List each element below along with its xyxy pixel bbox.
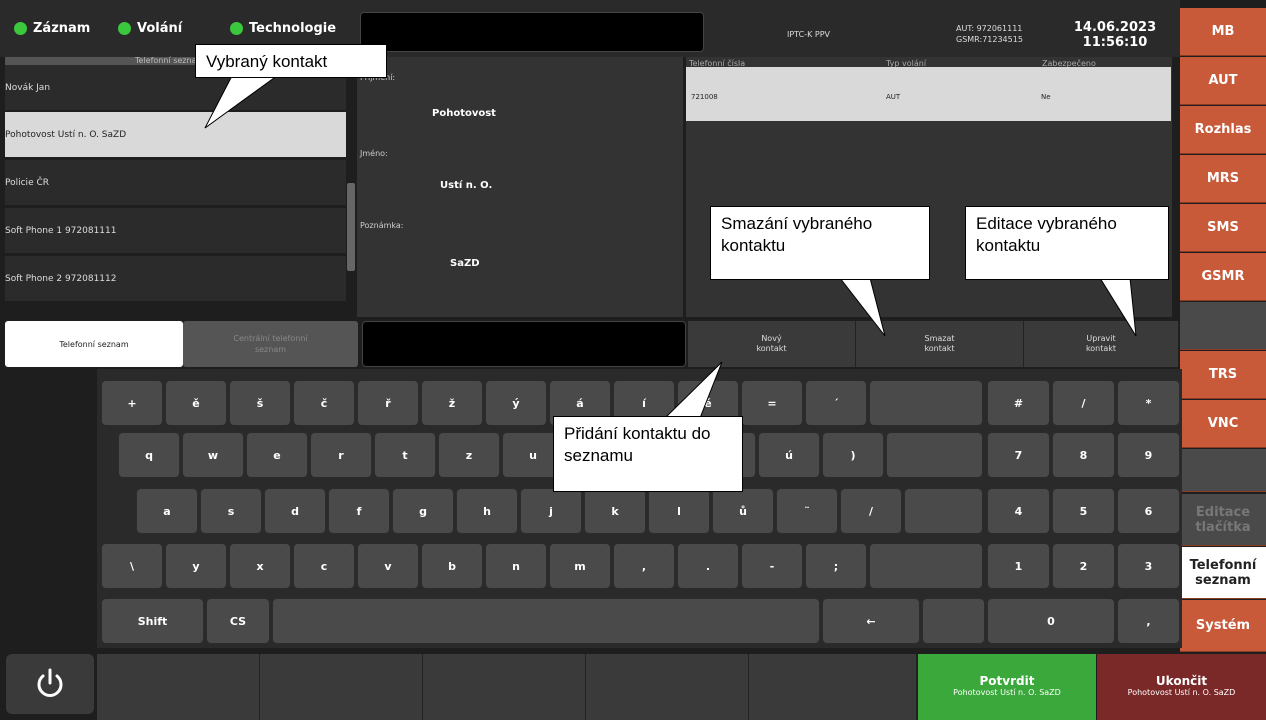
callout-selected-contact: Vybraný kontakt — [195, 44, 387, 78]
pointer-edit — [1099, 277, 1137, 337]
callout-edit-contact: Editace vybraného kontaktu — [965, 206, 1169, 280]
pointer-delete — [838, 277, 886, 337]
callout-delete-contact: Smazání vybraného kontaktu — [710, 206, 930, 280]
callout-pointers — [204, 69, 1137, 419]
pointer-add — [663, 361, 723, 419]
callout-add-contact: Přidání kontaktu do seznamu — [553, 416, 743, 492]
pointer-selected — [204, 69, 287, 129]
